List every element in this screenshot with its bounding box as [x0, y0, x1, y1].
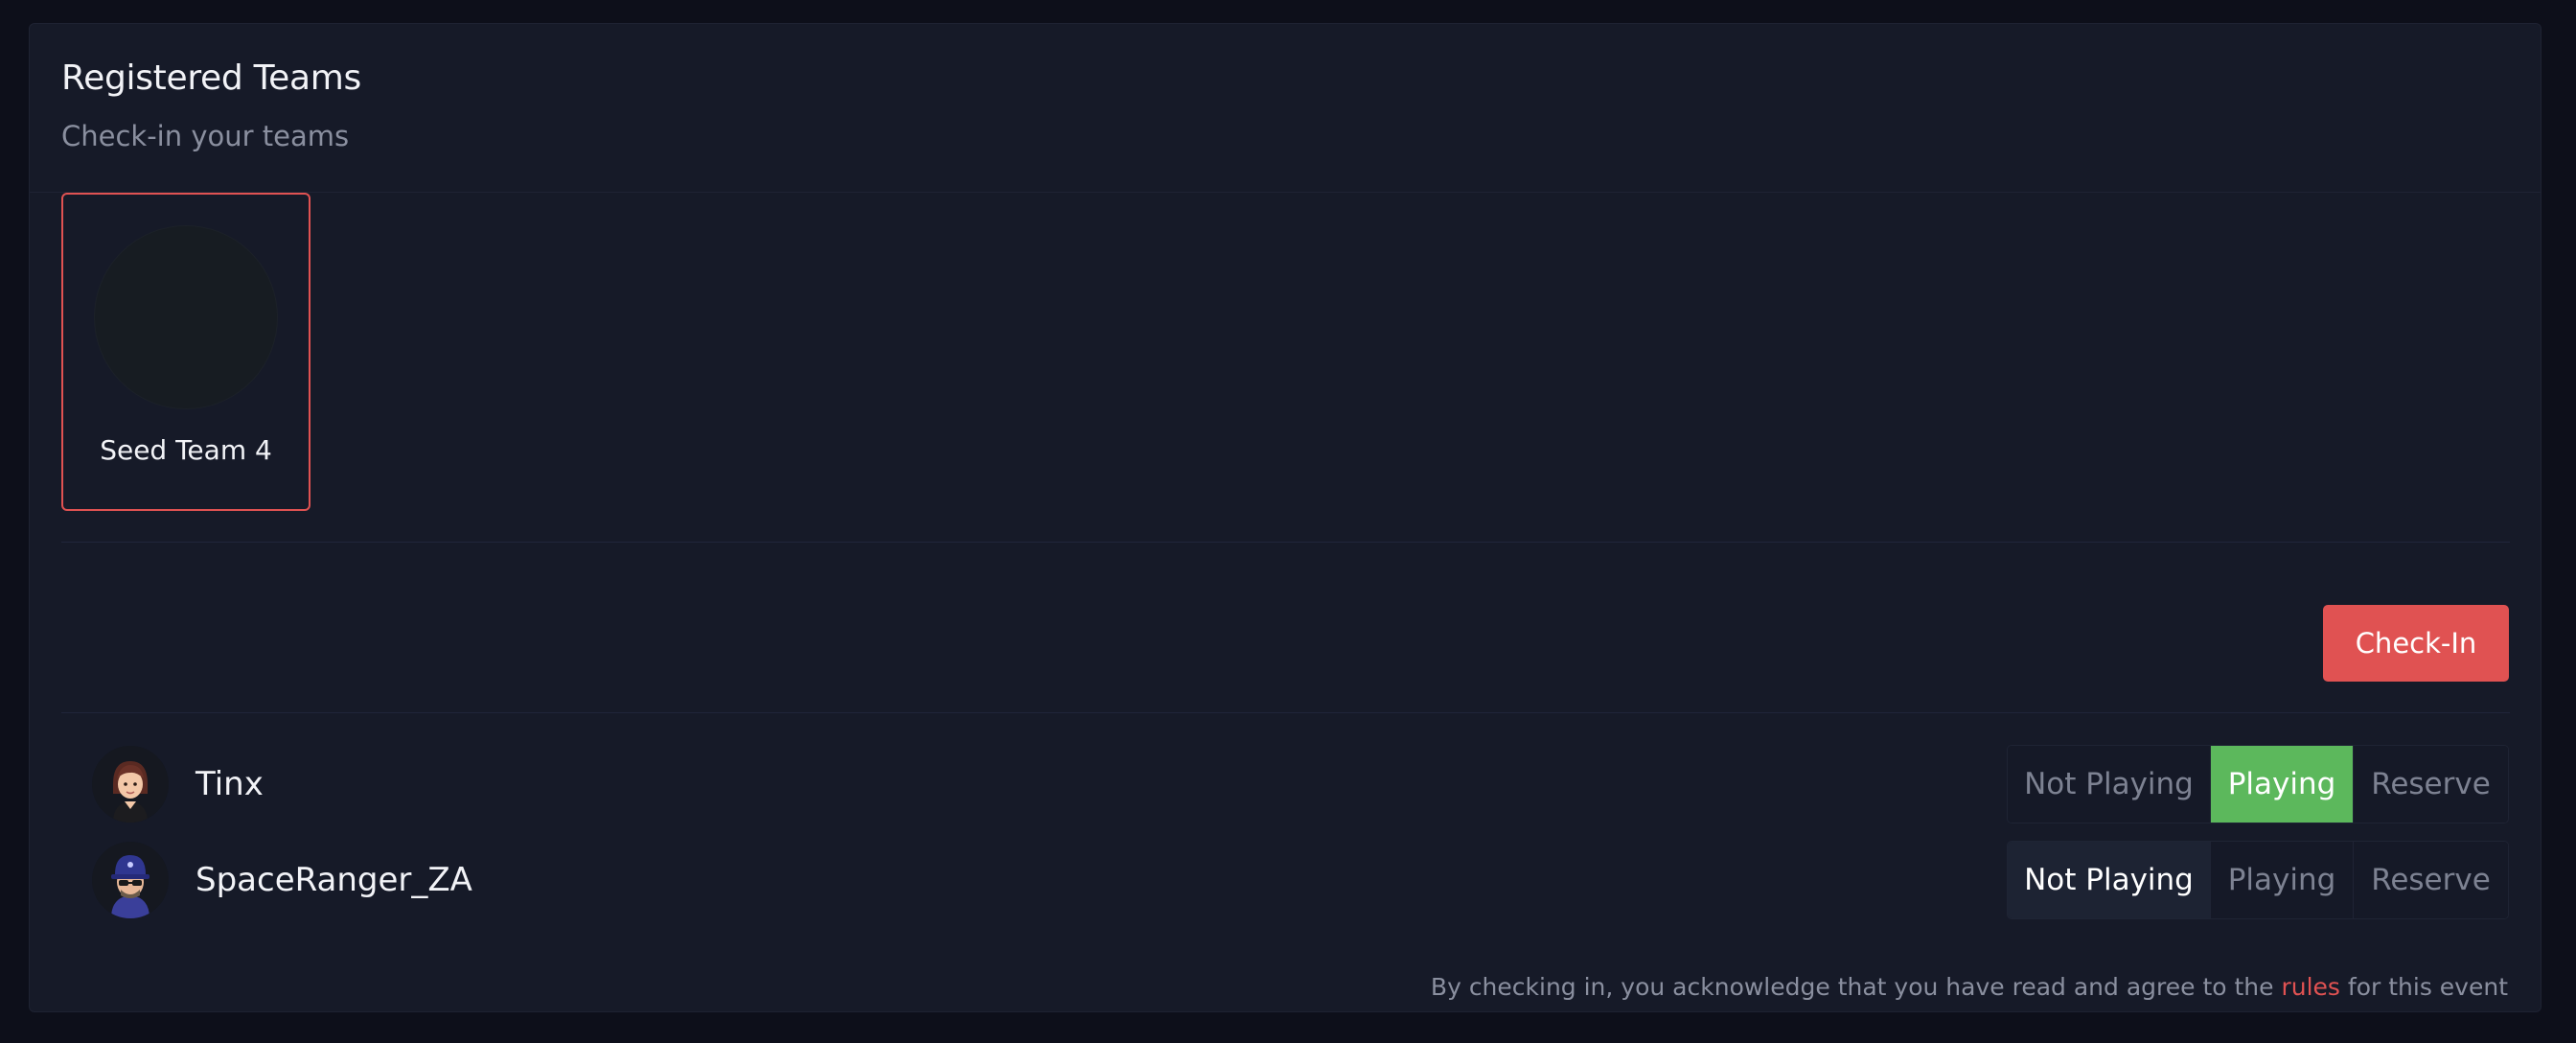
- player-avatar: [92, 746, 169, 823]
- acknowledgement-prefix: By checking in, you acknowledge that you…: [1430, 973, 2274, 1001]
- team-tile-seed-team-4[interactable]: Seed Team 4: [61, 193, 310, 511]
- rules-link[interactable]: rules: [2281, 973, 2339, 1001]
- acknowledgement-suffix: for this event: [2347, 973, 2508, 1001]
- team-name: Seed Team 4: [100, 434, 272, 466]
- player-name: Tinx: [196, 765, 264, 803]
- status-toggle-group: Not Playing Playing Reserve: [2007, 841, 2509, 919]
- reserve-button[interactable]: Reserve: [2354, 746, 2508, 823]
- player-row-tinx: Tinx Not Playing Playing Reserve: [92, 745, 2509, 823]
- playing-button[interactable]: Playing: [2211, 842, 2354, 918]
- registered-teams-panel: Registered Teams Check-in your teams See…: [29, 23, 2542, 1012]
- check-in-button[interactable]: Check-In: [2323, 605, 2509, 682]
- panel-subtitle: Check-in your teams: [61, 120, 350, 152]
- player-name: SpaceRanger_ZA: [196, 861, 472, 899]
- divider: [61, 542, 2510, 543]
- team-logo: [94, 225, 278, 409]
- rules-acknowledgement: By checking in, you acknowledge that you…: [1431, 973, 2508, 1001]
- reserve-button[interactable]: Reserve: [2354, 842, 2508, 918]
- not-playing-button[interactable]: Not Playing: [2008, 842, 2211, 918]
- panel-header: Registered Teams Check-in your teams: [30, 24, 2541, 193]
- status-toggle-group: Not Playing Playing Reserve: [2007, 745, 2509, 823]
- divider: [61, 712, 2510, 713]
- player-row-spaceranger-za: SpaceRanger_ZA Not Playing Playing Reser…: [92, 841, 2509, 919]
- panel-title: Registered Teams: [61, 58, 361, 98]
- playing-button[interactable]: Playing: [2211, 746, 2354, 823]
- player-avatar: [92, 842, 169, 918]
- not-playing-button[interactable]: Not Playing: [2008, 746, 2211, 823]
